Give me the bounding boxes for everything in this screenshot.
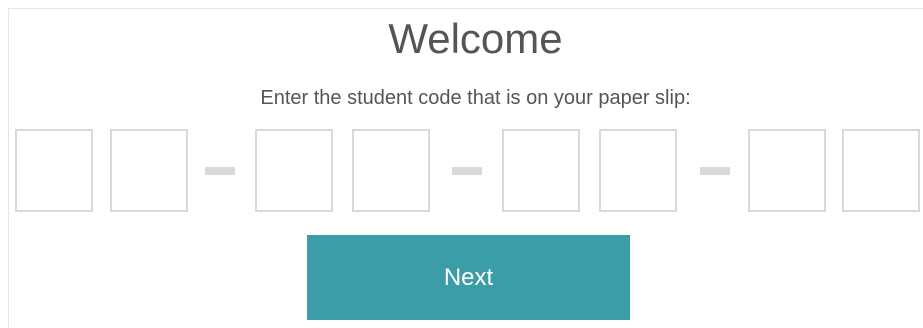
code-box-7[interactable]: [748, 129, 826, 212]
instructions-text: Enter the student code that is on your p…: [260, 87, 691, 109]
page-title: Welcome: [388, 15, 563, 62]
code-box-6[interactable]: [599, 129, 677, 212]
code-separator-dash: [205, 167, 235, 175]
code-box-3[interactable]: [255, 129, 333, 212]
code-box-2[interactable]: [110, 129, 188, 212]
code-separator-dash: [700, 167, 730, 175]
student-code-input-group: [15, 129, 923, 212]
code-box-4[interactable]: [352, 129, 430, 212]
code-box-5[interactable]: [502, 129, 580, 212]
code-box-1[interactable]: [15, 129, 93, 212]
code-box-8[interactable]: [842, 129, 920, 212]
code-separator-dash: [452, 167, 482, 175]
next-button[interactable]: Next: [307, 235, 630, 320]
